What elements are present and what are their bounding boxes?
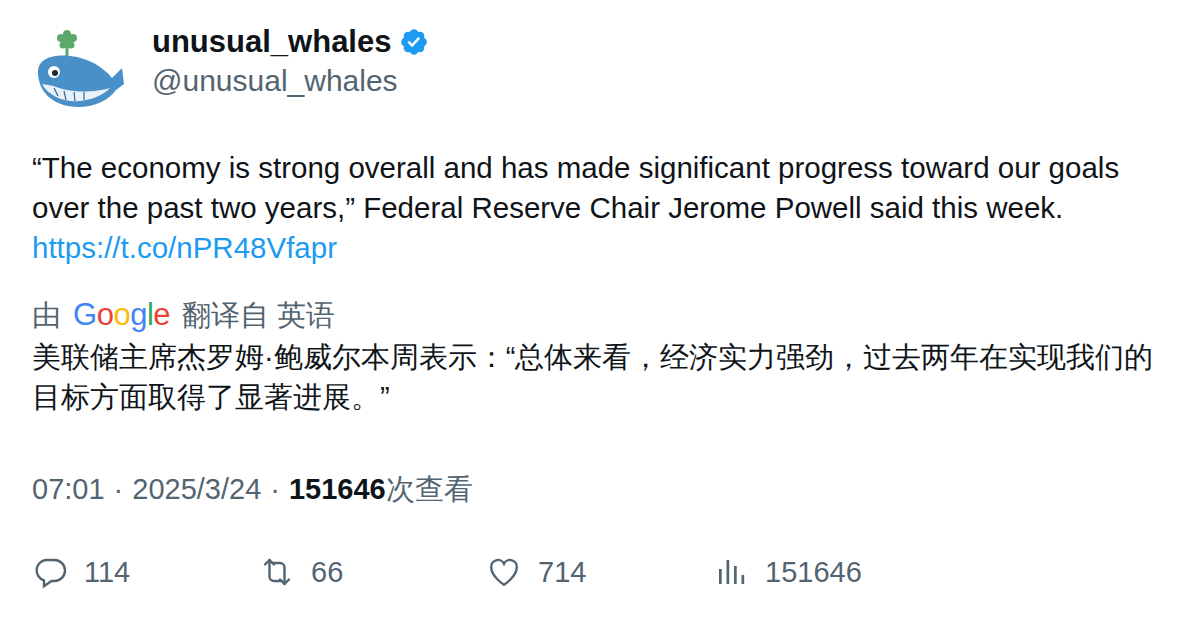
views-count: 151646	[765, 556, 862, 589]
name-row: unusual_whales	[152, 22, 429, 62]
tweet-header: unusual_whales@unusual_whales	[32, 22, 1156, 116]
tweet-time[interactable]: 07:01	[32, 469, 105, 509]
views-number: 151646	[289, 473, 386, 505]
tweet-text: “The economy is strong overall and has m…	[32, 148, 1156, 268]
translated-text: 美联储主席杰罗姆·鲍威尔本周表示：“总体来看，经济实力强劲，过去两年在实现我们的…	[32, 337, 1156, 417]
retweet-button[interactable]: 66	[259, 554, 486, 590]
like-count: 714	[538, 556, 586, 589]
translation-source: 翻译自 英语	[182, 293, 335, 337]
author-name[interactable]: unusual_whales	[152, 22, 391, 62]
reply-count: 114	[84, 556, 130, 589]
translation-prefix: 由	[32, 293, 61, 337]
tweet-date[interactable]: 2025/3/24	[132, 469, 261, 509]
author-handle[interactable]: @unusual_whales	[152, 62, 429, 100]
translation-header: 由 Google 翻译自 英语	[32, 293, 1156, 337]
like-icon	[486, 554, 522, 590]
views-icon	[713, 554, 749, 590]
whale-avatar-icon[interactable]	[32, 26, 126, 116]
views-label: 次查看	[386, 473, 473, 505]
author-block: unusual_whales@unusual_whales	[152, 22, 429, 100]
action-bar: 114 66 714 151646	[32, 554, 1156, 590]
retweet-icon	[259, 554, 295, 590]
view-count: 151646次查看	[289, 469, 473, 509]
tweet-link[interactable]: https://t.co/nPR48Vfapr	[32, 231, 337, 264]
reply-icon	[32, 554, 68, 590]
like-button[interactable]: 714	[486, 554, 713, 590]
meta-separator: ·	[270, 469, 280, 509]
reply-button[interactable]: 114	[32, 554, 259, 590]
retweet-count: 66	[311, 556, 343, 589]
tweet-body: “The economy is strong overall and has m…	[32, 151, 1119, 224]
views-button[interactable]: 151646	[713, 554, 940, 590]
verified-badge-icon	[399, 27, 429, 57]
tweet-meta: 07:01·2025/3/24·151646次查看	[32, 469, 1156, 509]
meta-separator: ·	[114, 469, 124, 509]
google-logo[interactable]: Google	[73, 293, 170, 337]
